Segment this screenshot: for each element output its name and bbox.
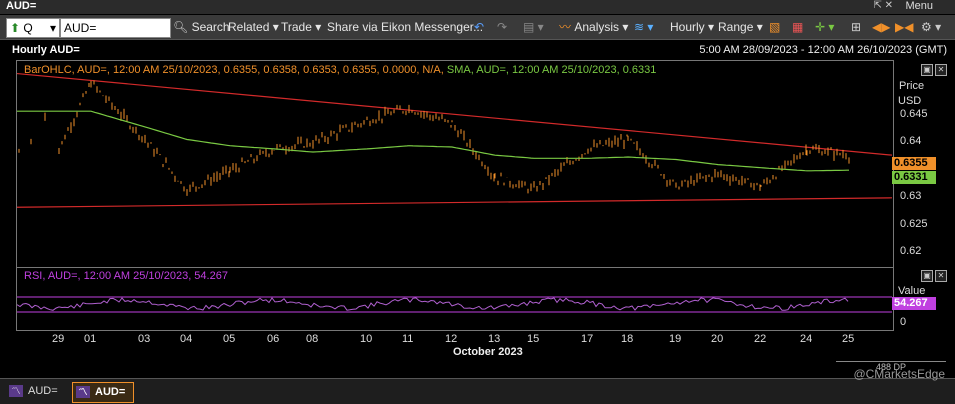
search-icon: 🔍︎	[173, 20, 189, 34]
menu-button[interactable]: Menu	[905, 0, 933, 12]
date-tick-label: 11	[402, 333, 414, 345]
chart-tab-icon: 〽	[76, 386, 90, 398]
date-tick-label: 12	[445, 333, 458, 345]
chart-type-icon[interactable]: ▧	[769, 18, 780, 36]
trade-menu[interactable]: Trade ▾	[281, 18, 321, 36]
month-label: October 2023	[453, 346, 523, 358]
panel-maximize-icon[interactable]: ▣	[921, 64, 933, 76]
chart-title: Hourly AUD=	[12, 44, 80, 56]
rsi-maximize-icon[interactable]: ▣	[921, 270, 933, 282]
redo-icon[interactable]: ↷	[497, 18, 507, 36]
crosshair-icon[interactable]: ✛ ▾	[815, 18, 834, 36]
bottom-tab-bar: 〽 AUD= 〽 AUD=	[0, 378, 955, 404]
share-button[interactable]: Share via Eikon Messenger...	[327, 18, 483, 36]
ric-prefix-dropdown[interactable]: ⬆ Q ▾	[6, 18, 60, 38]
rsi-close-icon[interactable]: ✕	[935, 270, 947, 282]
tab-aud-1[interactable]: 〽 AUD=	[6, 382, 66, 401]
date-tick-label: 05	[223, 333, 236, 345]
date-tick-label: 29	[52, 333, 65, 345]
toolbar: ⬆ Q ▾ AUD= 🔍︎ Search Related ▾ Trade ▾ S…	[0, 15, 955, 40]
date-tick-label: 24	[800, 333, 813, 345]
analysis-icon: 〰	[559, 20, 572, 34]
tab-aud-2[interactable]: 〽 AUD=	[72, 382, 135, 403]
date-tick-label: 20	[711, 333, 724, 345]
watermark: @CMarketsEdge	[853, 367, 945, 381]
date-tick-label: 19	[669, 333, 682, 345]
rsi-line	[17, 297, 849, 311]
rsi-axis-title: Value	[898, 285, 926, 297]
folder-icon[interactable]: ▤ ▾	[523, 18, 544, 36]
price-tick: 0.63	[900, 190, 922, 202]
support-trendline	[17, 197, 892, 208]
price-axis-title: Price	[899, 80, 925, 92]
date-tick-label: 06	[267, 333, 280, 345]
settings-icon[interactable]: ⚙ ▾	[921, 18, 941, 36]
date-tick-label: 10	[360, 333, 373, 345]
date-tick-label: 13	[488, 333, 501, 345]
price-tick: 0.62	[900, 245, 922, 257]
price-tick: 0.64	[900, 135, 922, 147]
sma-value-tag: 0.6331	[892, 171, 936, 184]
date-tick-label: 17	[581, 333, 594, 345]
compare-icon[interactable]: ▦	[792, 18, 803, 36]
rsi-chart-svg	[17, 296, 892, 313]
price-axis-unit: USD	[898, 95, 922, 107]
date-tick-label: 08	[306, 333, 319, 345]
scroll-left-icon[interactable]: ◀▶	[872, 18, 890, 36]
chart-tab-icon: 〽	[9, 385, 23, 397]
date-tick-label: 18	[621, 333, 634, 345]
chart-date-range: 5:00 AM 28/09/2023 - 12:00 AM 26/10/2023…	[699, 44, 947, 56]
zoom-icon[interactable]: ⊞	[851, 18, 861, 36]
undo-icon[interactable]: ↶	[474, 18, 484, 36]
date-tick-label: 03	[138, 333, 151, 345]
related-menu[interactable]: Related ▾	[228, 18, 279, 36]
window-controls-icon[interactable]: ⇱ ✕	[873, 0, 893, 11]
panel-close-icon[interactable]: ✕	[935, 64, 947, 76]
rsi-tick: 0	[900, 316, 907, 328]
scroll-right-icon[interactable]: ▶◀	[895, 18, 913, 36]
price-tick: 0.645	[900, 108, 928, 120]
indicator-icon[interactable]: ≋ ▾	[634, 18, 653, 36]
rsi-value-tag: 54.267	[892, 297, 936, 310]
last-price-tag: 0.6355	[892, 157, 936, 170]
window-title: AUD=	[6, 0, 37, 12]
price-chart-svg	[17, 72, 892, 208]
date-tick-label: 01	[84, 333, 97, 345]
chevron-down-icon: ▾	[49, 21, 56, 35]
window-title-bar: AUD= ⇱ ✕ Menu	[0, 0, 955, 14]
search-button[interactable]: 🔍︎ Search	[173, 18, 230, 36]
range-menu[interactable]: Range ▾	[718, 18, 763, 36]
ric-input[interactable]: AUD=	[60, 18, 171, 38]
date-tick-label: 25	[842, 333, 855, 345]
date-tick-label: 22	[754, 333, 767, 345]
interval-menu[interactable]: Hourly ▾	[670, 18, 714, 36]
date-tick-label: 04	[180, 333, 193, 345]
up-arrow-icon: ⬆	[10, 21, 21, 35]
price-tick: 0.625	[900, 218, 928, 230]
analysis-menu[interactable]: 〰 Analysis ▾	[559, 18, 628, 36]
date-tick-label: 15	[527, 333, 540, 345]
